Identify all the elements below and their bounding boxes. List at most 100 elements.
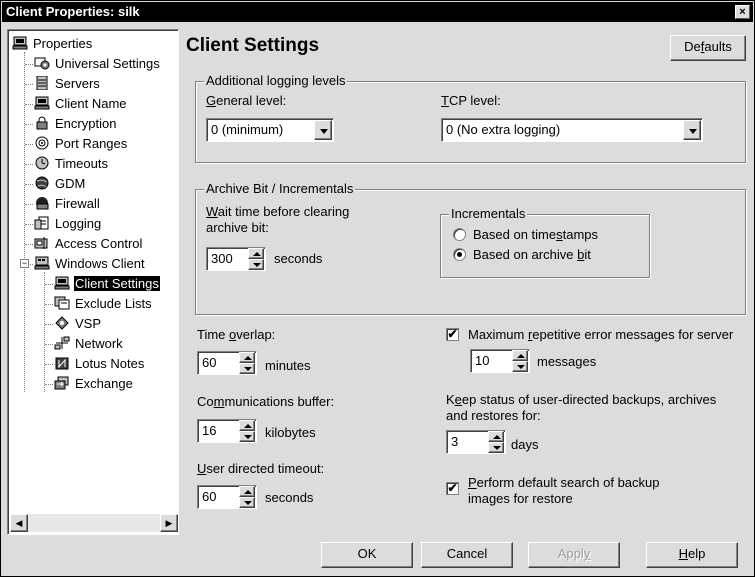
window-title: Client Properties: silk <box>6 4 140 19</box>
spin-down-button[interactable] <box>488 442 504 453</box>
time-overlap-unit: minutes <box>265 358 311 373</box>
globe-icon <box>34 176 50 190</box>
server-icon <box>34 75 50 91</box>
general-level-select[interactable]: 0 (minimum) <box>206 118 334 142</box>
computer-icon <box>54 276 70 290</box>
tree-horizontal-scrollbar[interactable]: ◀ ▶ <box>10 514 178 532</box>
spin-up-button[interactable] <box>239 420 255 431</box>
collapse-toggle[interactable]: − <box>20 259 29 268</box>
spin-up-button[interactable] <box>239 352 255 363</box>
tree-item-logging[interactable]: Logging <box>34 214 102 234</box>
properties-tree[interactable]: Properties Universal Settings Servers Clie… <box>7 29 179 535</box>
spin-up-button[interactable] <box>239 486 255 497</box>
tree-connector <box>45 284 53 285</box>
tree-item-port-ranges[interactable]: Port Ranges <box>34 134 128 154</box>
cancel-button[interactable]: Cancel <box>421 542 513 568</box>
chevron-down-icon[interactable] <box>683 120 701 140</box>
exclude-list-icon <box>54 296 70 310</box>
tree-item-vsp[interactable]: VSP <box>54 314 102 334</box>
tree-connector <box>25 204 33 205</box>
default-search-label-2: images for restore <box>468 491 573 506</box>
incremental-radio-archive-bit[interactable] <box>453 248 466 261</box>
client-settings-panel: Client Settings Defaults Additional logg… <box>184 29 751 535</box>
tree-connector <box>25 224 33 225</box>
incremental-option-label: Based on archive bit <box>473 247 591 262</box>
tree-item-encryption[interactable]: Encryption <box>34 114 117 134</box>
incrementals-title: Incrementals <box>449 206 528 222</box>
max-errors-checkbox[interactable]: ✔ <box>446 328 459 341</box>
wait-time-label: Wait time before clearing <box>206 204 350 219</box>
spin-down-button[interactable] <box>512 361 528 372</box>
max-errors-unit: messages <box>537 354 597 369</box>
wait-time-unit: seconds <box>274 251 323 266</box>
tree-connector <box>45 384 53 385</box>
spin-down-button[interactable] <box>248 259 264 270</box>
tree-connector <box>44 272 45 392</box>
tree-item-exclude-lists[interactable]: Exclude Lists <box>54 294 153 314</box>
help-button[interactable]: Help <box>646 542 738 568</box>
tree-item-access-control[interactable]: Access Control <box>34 234 143 254</box>
tree-item-lotus-notes[interactable]: Lotus Notes <box>54 354 145 374</box>
incremental-option-label: Based on timestamps <box>473 227 599 242</box>
tree-item-client-settings[interactable]: Client Settings <box>54 274 160 294</box>
logging-group: Additional logging levels General level:… <box>195 73 746 163</box>
spin-up-button[interactable] <box>512 350 528 361</box>
incrementals-group: Incrementals Based on timestamps Based on… <box>440 206 650 278</box>
page-title: Client Settings <box>186 35 320 56</box>
tree-item-universal-settings[interactable]: Universal Settings <box>34 54 161 74</box>
incremental-radio-timestamps[interactable] <box>453 228 466 241</box>
tree-connector <box>25 144 33 145</box>
tree-item-firewall[interactable]: Firewall <box>34 194 101 214</box>
spin-down-button[interactable] <box>239 363 255 374</box>
windows-client-icon <box>34 256 50 270</box>
tree-item-windows-client[interactable]: Windows Client <box>34 254 146 274</box>
chevron-down-icon[interactable] <box>314 120 332 140</box>
title-bar[interactable]: Client Properties: silk × <box>2 2 753 22</box>
dialog-window: Client Properties: silk × Properties Uni… <box>0 0 755 577</box>
scroll-left-button[interactable]: ◀ <box>10 514 28 532</box>
tree-item-properties[interactable]: Properties <box>12 34 93 54</box>
keep-status-unit: days <box>511 437 539 452</box>
spin-up-button[interactable] <box>248 248 264 259</box>
access-control-icon <box>34 236 50 250</box>
scroll-right-button[interactable]: ▶ <box>160 514 178 532</box>
target-icon <box>34 136 50 150</box>
tree-connector <box>25 244 33 245</box>
computer-icon <box>12 36 28 50</box>
tcp-level-select[interactable]: 0 (No extra logging) <box>441 118 703 142</box>
default-search-checkbox[interactable]: ✔ <box>446 482 459 495</box>
tree-connector <box>25 104 33 105</box>
tree-connector <box>25 84 33 85</box>
keep-status-label-2: and restores for: <box>446 408 541 423</box>
close-button[interactable]: × <box>735 5 750 19</box>
user-timeout-label: User directed timeout: <box>197 461 325 476</box>
clock-icon <box>34 156 50 170</box>
ok-button[interactable]: OK <box>321 542 413 568</box>
archive-group-title: Archive Bit / Incrementals <box>204 181 356 197</box>
defaults-button[interactable]: Defaults <box>670 35 746 61</box>
logging-group-title: Additional logging levels <box>204 73 348 89</box>
tree-connector <box>45 344 53 345</box>
network-icon <box>54 336 70 350</box>
tree-item-client-name[interactable]: Client Name <box>34 94 128 114</box>
tree-item-timeouts[interactable]: Timeouts <box>34 154 109 174</box>
vsp-icon <box>54 316 70 330</box>
tree-item-exchange[interactable]: Exchange <box>54 374 134 394</box>
apply-button[interactable]: Apply <box>528 542 620 568</box>
keep-status-label: Keep status of user-directed backups, ar… <box>446 392 717 407</box>
log-icon <box>34 216 50 230</box>
tree-item-network[interactable]: Network <box>54 334 124 354</box>
spin-down-button[interactable] <box>239 431 255 442</box>
spin-up-button[interactable] <box>488 431 504 442</box>
lotus-notes-icon <box>54 356 70 370</box>
max-errors-label: Maximum repetitive error messages for se… <box>468 327 734 342</box>
tree-item-gdm[interactable]: GDM <box>34 174 86 194</box>
tree-connector <box>25 124 33 125</box>
tree-connector <box>25 184 33 185</box>
tree-item-servers[interactable]: Servers <box>34 74 101 94</box>
default-search-label: Perform default search of backup <box>468 475 660 490</box>
tree-connector <box>45 364 53 365</box>
spin-down-button[interactable] <box>239 497 255 508</box>
tree-connector <box>25 164 33 165</box>
archive-group: Archive Bit / Incrementals Wait time bef… <box>195 181 746 315</box>
